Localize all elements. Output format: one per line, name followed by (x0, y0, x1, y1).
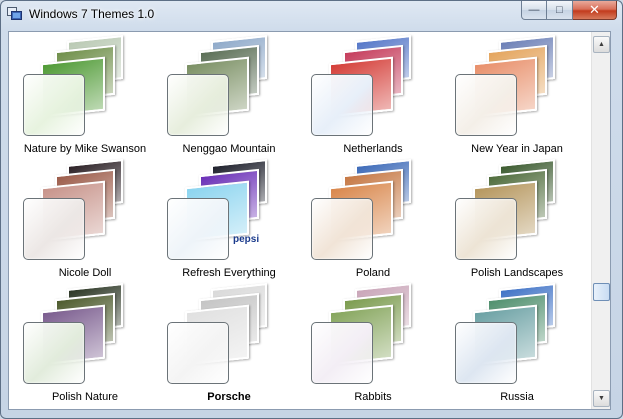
close-button[interactable]: ✕ (573, 1, 617, 20)
close-icon: ✕ (589, 2, 600, 17)
pepsi-logo: pepsi (233, 234, 260, 245)
window-color-swatch (311, 74, 373, 136)
window-color-swatch (455, 74, 517, 136)
theme-label: Porsche (207, 391, 251, 403)
window-color-swatch (311, 322, 373, 384)
caption-buttons: — □ ✕ (521, 1, 617, 21)
maximize-icon: □ (556, 4, 563, 16)
scroll-thumb[interactable] (593, 283, 610, 301)
theme-label: Rabbits (354, 391, 392, 403)
theme-label: New Year in Japan (471, 143, 563, 155)
app-icon (7, 7, 22, 20)
theme-preview (157, 34, 301, 136)
theme-preview (301, 158, 445, 260)
theme-item[interactable]: Nenggao Mountain (157, 34, 301, 158)
vertical-scrollbar[interactable]: ▲ ▼ (591, 32, 610, 409)
theme-preview: pepsi (157, 158, 301, 260)
arrow-up-icon: ▲ (598, 41, 605, 48)
theme-preview (445, 34, 589, 136)
theme-label: Polish Landscapes (470, 267, 564, 279)
theme-label: Polish Nature (51, 391, 119, 403)
window-color-swatch (455, 322, 517, 384)
theme-list-panel: Nature by Mike Swanson Nenggao Mountain Ne… (8, 31, 611, 410)
scroll-down-button[interactable]: ▼ (593, 390, 610, 407)
window-color-swatch (455, 198, 517, 260)
title-bar[interactable]: Windows 7 Themes 1.0 — □ ✕ (1, 1, 622, 29)
theme-item[interactable]: Nicole Doll (13, 158, 157, 282)
theme-preview (13, 282, 157, 384)
theme-preview (301, 34, 445, 136)
app-window: Windows 7 Themes 1.0 — □ ✕ Nature by Mik… (0, 0, 623, 419)
maximize-button[interactable]: □ (547, 1, 573, 20)
theme-label: Nenggao Mountain (182, 143, 276, 155)
theme-preview (13, 158, 157, 260)
theme-preview (157, 282, 301, 384)
theme-label: Refresh Everything (182, 267, 276, 279)
theme-item[interactable]: Porsche (157, 282, 301, 406)
theme-item[interactable]: Russia (445, 282, 589, 406)
window-color-swatch (23, 198, 85, 260)
theme-label: Russia (500, 391, 534, 403)
window-color-swatch (167, 198, 229, 260)
theme-preview (445, 158, 589, 260)
theme-item[interactable]: pepsi Refresh Everything (157, 158, 301, 282)
window-color-swatch (167, 74, 229, 136)
theme-item[interactable]: New Year in Japan (445, 34, 589, 158)
theme-preview (445, 282, 589, 384)
theme-label: Netherlands (343, 143, 403, 155)
theme-item[interactable]: Nature by Mike Swanson (13, 34, 157, 158)
scroll-up-button[interactable]: ▲ (593, 36, 610, 53)
theme-item[interactable]: Rabbits (301, 282, 445, 406)
theme-item[interactable]: Poland (301, 158, 445, 282)
theme-item[interactable]: Netherlands (301, 34, 445, 158)
window-color-swatch (23, 322, 85, 384)
arrow-down-icon: ▼ (598, 395, 605, 402)
minimize-icon: — (528, 4, 540, 16)
window-color-swatch (167, 322, 229, 384)
theme-preview (301, 282, 445, 384)
theme-label: Poland (355, 267, 391, 279)
theme-label: Nature by Mike Swanson (23, 143, 147, 155)
theme-grid: Nature by Mike Swanson Nenggao Mountain Ne… (9, 32, 591, 409)
window-color-swatch (311, 198, 373, 260)
theme-item[interactable]: Polish Nature (13, 282, 157, 406)
theme-item[interactable]: Polish Landscapes (445, 158, 589, 282)
window-color-swatch (23, 74, 85, 136)
minimize-button[interactable]: — (521, 1, 547, 20)
theme-label: Nicole Doll (58, 267, 112, 279)
window-title: Windows 7 Themes 1.0 (29, 7, 155, 21)
theme-preview (13, 34, 157, 136)
